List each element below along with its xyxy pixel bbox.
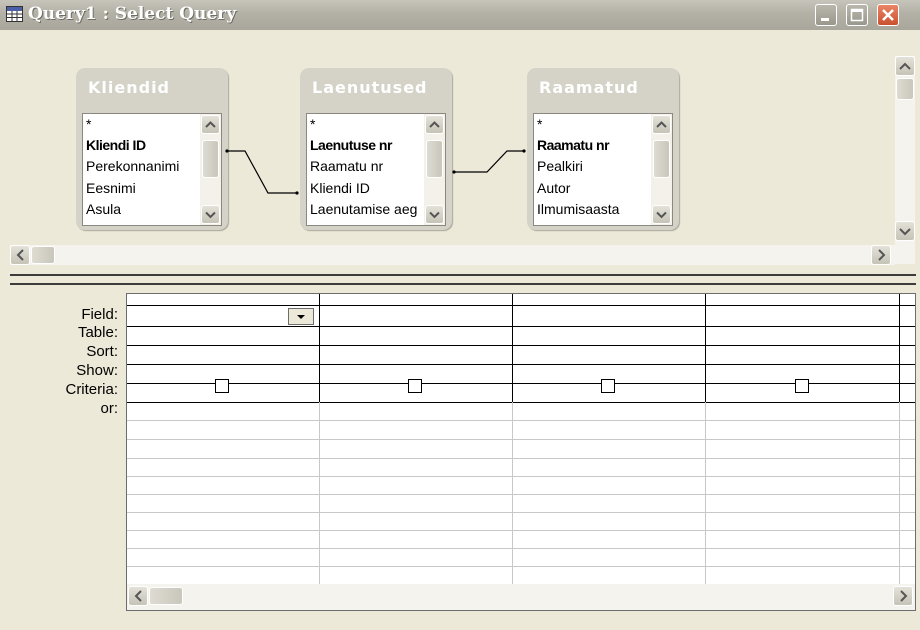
scroll-thumb[interactable] <box>149 587 183 605</box>
scroll-left-button[interactable] <box>128 586 148 606</box>
table-pane-horizontal-scrollbar[interactable] <box>10 245 895 265</box>
dropdown-arrow-icon <box>297 315 305 319</box>
table-pane-vertical-scrollbar[interactable] <box>895 56 915 264</box>
pane-splitter[interactable] <box>10 274 916 285</box>
grid-line <box>127 326 915 327</box>
table-pane: Kliendid * Kliendi ID Perekonnanimi Eesn… <box>10 52 896 264</box>
grid-column-divider <box>512 402 513 584</box>
scroll-left-button[interactable] <box>10 245 30 265</box>
chevron-up-icon <box>899 62 911 70</box>
row-label-table: Table: <box>77 324 118 341</box>
grid-line <box>127 530 915 531</box>
grid-line <box>127 494 915 495</box>
show-checkbox-2[interactable] <box>408 379 422 393</box>
grid-line <box>127 548 915 549</box>
show-checkbox-4[interactable] <box>795 379 809 393</box>
grid-line <box>127 364 915 365</box>
scroll-down-button[interactable] <box>895 221 915 241</box>
show-checkbox-3[interactable] <box>601 379 615 393</box>
row-label-field: Field: <box>81 306 118 323</box>
grid-column-divider <box>319 402 320 584</box>
scroll-thumb[interactable] <box>31 246 55 264</box>
grid-line <box>127 476 915 477</box>
grid-line <box>127 566 915 567</box>
grid-line <box>127 512 915 513</box>
chevron-right-icon <box>900 590 908 602</box>
chevron-down-icon <box>899 228 911 236</box>
row-label-criteria: Criteria: <box>65 381 118 398</box>
grid-column-divider <box>899 294 900 402</box>
chevron-left-icon <box>16 249 24 261</box>
scroll-up-button[interactable] <box>895 56 915 76</box>
chevron-left-icon <box>134 590 142 602</box>
query-window: Query1 : Select Query Kliendid * Kliendi… <box>0 0 920 630</box>
join-line-kliendid-laenutused[interactable] <box>225 149 299 195</box>
grid-column-divider <box>899 402 900 584</box>
grid-line <box>127 458 915 459</box>
grid-column-divider <box>319 294 320 402</box>
join-line-laenutused-raamatud[interactable] <box>452 149 526 174</box>
row-label-or: or: <box>100 400 118 417</box>
grid-column-divider <box>705 294 706 402</box>
show-checkbox-1[interactable] <box>215 379 229 393</box>
grid-column-divider <box>512 294 513 402</box>
grid-horizontal-scrollbar[interactable] <box>127 584 915 610</box>
scroll-thumb[interactable] <box>896 78 914 100</box>
grid-line <box>127 305 915 306</box>
row-label-sort: Sort: <box>86 343 118 360</box>
grid-line <box>127 402 915 403</box>
chevron-right-icon <box>878 249 886 261</box>
relationship-lines <box>225 149 526 195</box>
grid-line <box>127 345 915 346</box>
grid-line <box>127 420 915 421</box>
scroll-right-button[interactable] <box>871 245 891 265</box>
row-label-show: Show: <box>76 362 118 379</box>
scroll-right-button[interactable] <box>893 586 913 606</box>
query-design-grid[interactable] <box>126 293 916 611</box>
grid-line <box>127 439 915 440</box>
grid-column-divider <box>705 402 706 584</box>
field-dropdown-button[interactable] <box>288 308 314 325</box>
